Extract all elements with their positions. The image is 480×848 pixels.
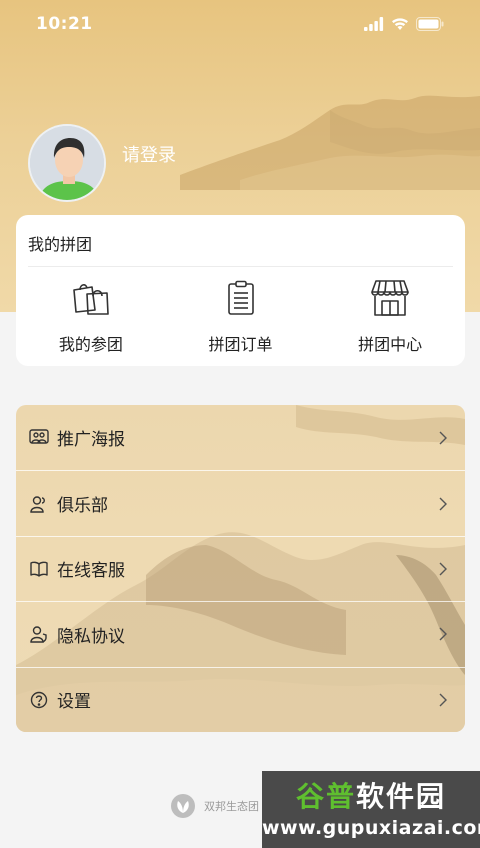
book-service-icon bbox=[29, 559, 49, 579]
help-circle-icon bbox=[29, 690, 49, 710]
brand-leaf-icon bbox=[171, 794, 195, 818]
group-item-my-joined[interactable]: 我的参团 bbox=[16, 277, 166, 355]
menu-item-label: 在线客服 bbox=[57, 561, 125, 582]
status-icons bbox=[364, 17, 444, 31]
menu-item-label: 设置 bbox=[57, 692, 91, 713]
signal-icon bbox=[364, 17, 384, 31]
storefront-icon bbox=[370, 277, 410, 319]
chevron-right-icon bbox=[439, 497, 447, 511]
chevron-right-icon bbox=[439, 693, 447, 707]
group-buy-title: 我的拼团 bbox=[28, 235, 93, 254]
battery-icon bbox=[416, 17, 444, 31]
watermark-title: 谷普软件园 bbox=[262, 775, 480, 815]
user-shield-icon bbox=[29, 624, 49, 644]
default-avatar-icon bbox=[30, 126, 104, 200]
login-link[interactable]: 请登录 bbox=[122, 141, 176, 167]
menu-item-privacy[interactable]: 隐私协议 bbox=[16, 601, 465, 666]
shopping-bags-icon bbox=[71, 277, 111, 319]
profile-section[interactable]: 请登录 bbox=[28, 124, 176, 202]
group-item-label: 拼团订单 bbox=[208, 335, 273, 354]
group-item-label: 拼团中心 bbox=[358, 335, 423, 354]
menu-item-label: 俱乐部 bbox=[57, 496, 108, 517]
status-time: 10:21 bbox=[36, 14, 93, 34]
watermark-title-prefix: 谷普 bbox=[295, 780, 356, 813]
group-item-center[interactable]: 拼团中心 bbox=[315, 277, 465, 355]
clipboard-list-icon bbox=[227, 277, 255, 319]
menu-item-club[interactable]: 俱乐部 bbox=[16, 470, 465, 535]
people-share-icon bbox=[29, 428, 49, 448]
chevron-right-icon bbox=[439, 431, 447, 445]
menu-item-customer-service[interactable]: 在线客服 bbox=[16, 535, 465, 601]
menu-card: 推广海报 俱乐部 在线客服 隐私协议 设置 bbox=[16, 405, 465, 732]
divider bbox=[28, 266, 453, 267]
avatar[interactable] bbox=[28, 124, 106, 202]
status-bar: 10:21 bbox=[0, 0, 480, 48]
chevron-right-icon bbox=[439, 562, 447, 576]
watermark-title-rest: 软件园 bbox=[356, 780, 447, 813]
users-icon bbox=[29, 494, 49, 514]
group-item-orders[interactable]: 拼团订单 bbox=[166, 277, 316, 355]
wifi-icon bbox=[392, 18, 408, 30]
group-buy-card: 我的拼团 我的参团 拼团订单 拼团中心 bbox=[16, 215, 465, 366]
footer-brand-text: 双邦生态团 bbox=[204, 800, 259, 813]
chevron-right-icon bbox=[439, 627, 447, 641]
menu-item-label: 推广海报 bbox=[57, 430, 125, 451]
menu-item-settings[interactable]: 设置 bbox=[16, 666, 465, 732]
watermark-url: www.gupuxiazai.com bbox=[262, 817, 480, 839]
menu-item-label: 隐私协议 bbox=[57, 626, 125, 647]
site-watermark: 谷普软件园 www.gupuxiazai.com bbox=[262, 771, 480, 848]
footer-brand: 双邦生态团 bbox=[170, 793, 259, 819]
landscape-painting-decoration bbox=[180, 95, 480, 190]
group-buy-items: 我的参团 拼团订单 拼团中心 bbox=[16, 277, 465, 355]
menu-list: 推广海报 俱乐部 在线客服 隐私协议 设置 bbox=[16, 405, 465, 732]
group-item-label: 我的参团 bbox=[58, 335, 123, 354]
menu-item-promo-poster[interactable]: 推广海报 bbox=[16, 405, 465, 470]
